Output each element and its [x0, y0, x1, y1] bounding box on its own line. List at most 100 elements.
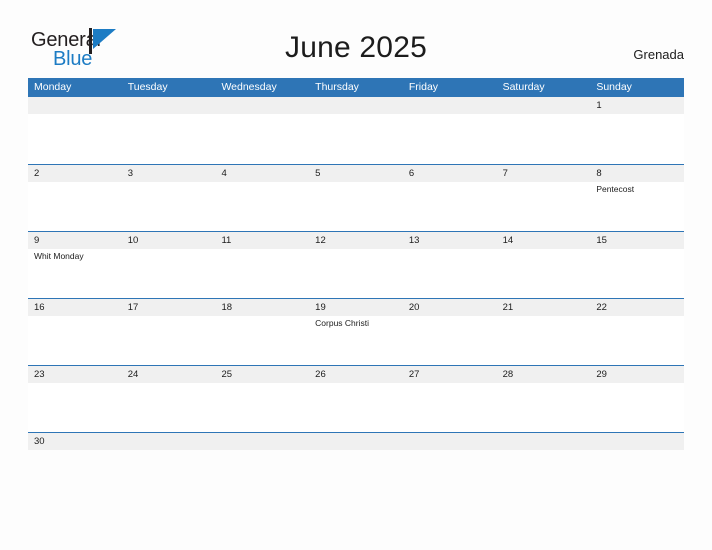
calendar-day-cell-empty [590, 433, 685, 460]
day-number: 2 [34, 168, 40, 179]
calendar-day-cell[interactable]: 13 [402, 232, 497, 298]
day-number: 22 [596, 302, 607, 313]
calendar-grid: Monday Tuesday Wednesday Thursday Friday… [28, 78, 685, 460]
page-header: General Blue June 2025 Grenada [0, 0, 712, 78]
calendar-day-cell[interactable]: 28 [496, 366, 591, 432]
day-number: 15 [596, 235, 607, 246]
holiday-label: Whit Monday [34, 251, 84, 261]
calendar-day-cell-empty [121, 433, 216, 460]
calendar-week-row: 30 [28, 432, 685, 460]
calendar-day-cell[interactable]: 11 [215, 232, 310, 298]
calendar-day-cell[interactable]: 20 [402, 299, 497, 365]
holiday-label: Corpus Christi [315, 318, 370, 328]
calendar-day-cell[interactable]: 19 Corpus Christi [309, 299, 403, 365]
calendar-day-cell[interactable]: 18 [215, 299, 310, 365]
calendar-day-cell[interactable]: 21 [496, 299, 591, 365]
calendar-day-cell[interactable]: 5 [309, 165, 403, 231]
day-number: 3 [127, 168, 134, 179]
weekday-saturday: Saturday [502, 81, 545, 93]
day-number: 16 [34, 302, 45, 313]
page-title: June 2025 [285, 31, 427, 64]
day-number: 19 [315, 302, 326, 313]
calendar-week-row: 2 3 4 5 6 7 8 Pentecost [28, 164, 685, 231]
calendar-week-row: 23 24 25 26 27 28 29 [28, 365, 685, 432]
day-number: 4 [221, 168, 227, 179]
calendar-day-cell[interactable]: 27 [402, 366, 497, 432]
weekday-friday: Friday [408, 81, 439, 93]
holiday-label: Pentecost [596, 184, 635, 194]
calendar-day-cell-empty [121, 97, 216, 164]
calendar-day-cell[interactable]: 30 [28, 433, 122, 460]
day-number: 29 [596, 369, 607, 380]
day-number: 27 [408, 369, 420, 380]
calendar-week-row: 9 Whit Monday 10 11 12 13 14 15 [28, 231, 685, 298]
day-number: 7 [502, 168, 508, 179]
calendar-day-cell[interactable]: 9 Whit Monday [28, 232, 122, 298]
day-number: 23 [34, 369, 45, 380]
calendar-day-cell-empty [309, 433, 403, 460]
day-number: 21 [502, 302, 514, 313]
calendar-day-cell-empty [309, 97, 403, 164]
calendar-day-cell-empty [215, 97, 310, 164]
calendar-day-cell-empty [215, 433, 310, 460]
day-number: 14 [502, 235, 514, 246]
calendar-day-cell[interactable]: 10 [121, 232, 216, 298]
calendar-week-cells: 23 24 25 26 27 28 29 [28, 366, 685, 432]
calendar-week-row: 1 [28, 97, 685, 164]
day-number: 17 [127, 302, 139, 313]
day-number: 24 [127, 369, 139, 380]
calendar-day-cell[interactable]: 14 [496, 232, 591, 298]
day-number: 13 [408, 235, 420, 246]
day-number: 5 [315, 168, 321, 179]
country-label: Grenada [633, 47, 684, 62]
day-number: 30 [34, 436, 45, 447]
calendar-day-cell[interactable]: 24 [121, 366, 216, 432]
calendar-day-cell-empty [402, 97, 497, 164]
calendar-page: General Blue June 2025 Grenada Monday Tu… [0, 0, 712, 550]
calendar-day-cell-empty [496, 97, 591, 164]
calendar-day-cell[interactable]: 1 [590, 97, 685, 164]
calendar-day-cell[interactable]: 6 [402, 165, 497, 231]
calendar-day-cell[interactable]: 26 [309, 366, 403, 432]
calendar-week-cells: 30 [28, 433, 685, 460]
weekday-tuesday: Tuesday [127, 81, 168, 93]
day-number: 10 [127, 235, 139, 246]
weekday-monday: Monday [34, 81, 72, 93]
calendar-day-cell[interactable]: 25 [215, 366, 310, 432]
weekday-thursday: Thursday [315, 81, 359, 93]
calendar-day-cell[interactable]: 29 [590, 366, 685, 432]
calendar-day-cell[interactable]: 23 [28, 366, 122, 432]
day-number: 12 [315, 235, 326, 246]
weekday-sunday: Sunday [596, 81, 632, 93]
calendar-day-cell-empty [28, 97, 122, 164]
calendar-day-cell[interactable]: 8 Pentecost [590, 165, 685, 231]
day-number: 8 [596, 168, 602, 179]
day-number: 28 [502, 369, 514, 380]
calendar-day-cell[interactable]: 4 [215, 165, 310, 231]
calendar-weeks: 1 2 3 4 5 6 7 8 Pentecost 9 Whit Monday 10 11 12 13 14 1… [28, 97, 685, 460]
day-number: 9 [34, 235, 40, 246]
calendar-day-cell[interactable]: 12 [309, 232, 403, 298]
day-number: 20 [408, 302, 420, 313]
day-number: 26 [315, 369, 326, 380]
calendar-day-cell[interactable]: 15 [590, 232, 685, 298]
calendar-day-cell[interactable]: 3 [121, 165, 216, 231]
calendar-day-cell[interactable]: 22 [590, 299, 685, 365]
day-number: 1 [596, 100, 602, 111]
calendar-day-cell-empty [496, 433, 591, 460]
day-number: 11 [221, 235, 232, 246]
calendar-week-row: 16 17 18 19 Corpus Christi 20 21 22 [28, 298, 685, 365]
calendar-day-cell[interactable]: 17 [121, 299, 216, 365]
calendar-week-cells: 1 [28, 97, 685, 164]
calendar-week-cells: 2 3 4 5 6 7 8 Pentecost [28, 165, 685, 231]
calendar-day-cell[interactable]: 2 [28, 165, 122, 231]
day-number: 18 [221, 302, 233, 313]
day-number: 25 [221, 369, 233, 380]
day-number: 6 [408, 168, 415, 179]
calendar-week-cells: 9 Whit Monday 10 11 12 13 14 15 [28, 232, 685, 298]
calendar-day-cell[interactable]: 16 [28, 299, 122, 365]
calendar-day-cell[interactable]: 7 [496, 165, 591, 231]
calendar-day-cell-empty [402, 433, 497, 460]
calendar-week-cells: 16 17 18 19 Corpus Christi 20 21 22 [28, 299, 685, 365]
weekday-wednesday: Wednesday [221, 81, 277, 93]
